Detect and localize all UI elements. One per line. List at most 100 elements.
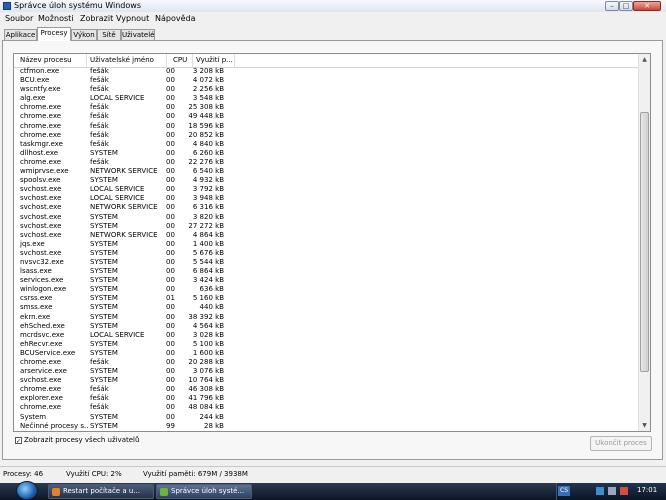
table-row[interactable]: svchost.exe SYSTEM 00 27 272 kB — [14, 222, 639, 231]
clock[interactable]: 17:01 — [637, 486, 657, 494]
process-name: svchost.exe — [20, 212, 62, 221]
process-name: ehRecvr.exe — [20, 339, 63, 348]
vertical-scrollbar[interactable]: ▲ ▼ — [638, 54, 650, 431]
table-row[interactable]: BCU.exe fešák 00 4 072 kB — [14, 76, 639, 85]
table-row[interactable]: Nečinné procesy s... SYSTEM 99 28 kB — [14, 422, 639, 431]
table-row[interactable]: chrome.exe fešák 00 22 276 kB — [14, 158, 639, 167]
menu-help[interactable]: Nápověda — [155, 14, 196, 23]
table-row[interactable]: ctfmon.exe fešák 00 3 208 kB — [14, 67, 639, 76]
table-row[interactable]: chrome.exe fešák 00 20 852 kB — [14, 131, 639, 140]
process-list[interactable]: Název procesu Uživatelské jméno CPU Využ… — [13, 53, 651, 432]
table-row[interactable]: taskmgr.exe fešák 00 4 840 kB — [14, 140, 639, 149]
tab-performance[interactable]: Výkon — [71, 29, 97, 40]
menu-options[interactable]: Možnosti — [38, 14, 74, 23]
process-user: SYSTEM — [90, 248, 118, 257]
security-icon[interactable] — [620, 487, 628, 495]
process-user: SYSTEM — [90, 257, 118, 266]
process-user: fešák — [90, 103, 109, 112]
table-row[interactable]: wscntfy.exe fešák 00 2 256 kB — [14, 85, 639, 94]
table-row[interactable]: chrome.exe fešák 00 20 288 kB — [14, 358, 639, 367]
maximize-button[interactable]: □ — [619, 1, 633, 11]
table-row[interactable]: System SYSTEM 00 244 kB — [14, 413, 639, 422]
minimize-button[interactable]: – — [605, 1, 619, 11]
table-row[interactable]: spoolsv.exe SYSTEM 00 4 932 kB — [14, 176, 639, 185]
column-header-memory[interactable]: Využití p... — [193, 54, 235, 67]
process-user: fešák — [90, 139, 109, 148]
table-row[interactable]: svchost.exe SYSTEM 00 5 676 kB — [14, 249, 639, 258]
column-header-name[interactable]: Název procesu — [17, 54, 87, 67]
close-button[interactable]: ✕ — [633, 1, 661, 11]
menu-shutdown[interactable]: Vypnout — [116, 14, 149, 23]
process-name: svchost.exe — [20, 376, 62, 385]
taskbar-button-label: Restart počítače a u... — [63, 487, 140, 495]
table-row[interactable]: explorer.exe fešák 00 41 796 kB — [14, 394, 639, 403]
process-cpu: 00 — [166, 130, 175, 139]
process-name: BCUService.exe — [20, 348, 76, 357]
scrollbar-thumb[interactable] — [640, 112, 649, 372]
process-cpu: 00 — [166, 112, 175, 121]
tab-applications[interactable]: Aplikace — [4, 29, 37, 40]
process-user: LOCAL SERVICE — [90, 330, 145, 339]
table-row[interactable]: mcrdsvc.exe LOCAL SERVICE 00 3 028 kB — [14, 331, 639, 340]
table-row[interactable]: csrss.exe SYSTEM 01 5 160 kB — [14, 294, 639, 303]
column-header-user[interactable]: Uživatelské jméno — [87, 54, 167, 67]
process-name: chrome.exe — [20, 358, 62, 366]
process-memory: 27 272 kB — [188, 221, 224, 230]
process-cpu: 00 — [166, 348, 175, 357]
table-row[interactable]: ehSched.exe SYSTEM 00 4 564 kB — [14, 322, 639, 331]
table-row[interactable]: dllhost.exe SYSTEM 00 6 260 kB — [14, 149, 639, 158]
table-row[interactable]: BCUService.exe SYSTEM 00 1 600 kB — [14, 349, 639, 358]
process-name: chrome.exe — [20, 121, 62, 130]
column-header-cpu[interactable]: CPU — [167, 54, 193, 67]
language-indicator[interactable]: CS — [558, 486, 570, 496]
table-row[interactable]: chrome.exe fešák 00 46 308 kB — [14, 385, 639, 394]
show-all-users-checkbox[interactable]: ✓ Zobrazit procesy všech uživatelů — [15, 436, 139, 445]
tab-networking[interactable]: Sítě — [97, 29, 121, 40]
start-button-icon[interactable] — [16, 481, 38, 500]
taskbar-button-restart[interactable]: Restart počítače a u... — [48, 484, 154, 499]
process-user: NETWORK SERVICE — [90, 167, 158, 176]
table-row[interactable]: chrome.exe fešák 00 25 308 kB — [14, 103, 639, 112]
table-row[interactable]: lsass.exe SYSTEM 00 6 864 kB — [14, 267, 639, 276]
table-row[interactable]: alg.exe LOCAL SERVICE 00 3 548 kB — [14, 94, 639, 103]
volume-icon[interactable] — [608, 487, 616, 495]
process-memory: 4 864 kB — [192, 230, 224, 239]
scroll-up-arrow-icon[interactable]: ▲ — [639, 54, 650, 65]
table-row[interactable]: svchost.exe LOCAL SERVICE 00 3 948 kB — [14, 194, 639, 203]
taskbar-button-task-manager[interactable]: Správce úloh systé... — [156, 484, 252, 499]
process-name: wscntfy.exe — [20, 85, 61, 94]
table-row[interactable]: arservice.exe SYSTEM 00 3 076 kB — [14, 367, 639, 376]
table-row[interactable]: svchost.exe SYSTEM 00 3 820 kB — [14, 213, 639, 222]
process-user: fešák — [90, 130, 109, 139]
process-cpu: 00 — [166, 339, 175, 348]
tab-users[interactable]: Uživatelé — [121, 29, 155, 40]
tab-processes[interactable]: Procesy — [37, 27, 71, 41]
process-user: NETWORK SERVICE — [90, 203, 158, 212]
process-name: mcrdsvc.exe — [20, 330, 65, 339]
process-cpu: 00 — [166, 248, 175, 257]
menu-view[interactable]: Zobrazit — [80, 14, 113, 23]
end-process-button[interactable]: Ukončit proces — [590, 436, 652, 451]
table-row[interactable]: ekrn.exe SYSTEM 00 38 392 kB — [14, 313, 639, 322]
table-row[interactable]: ehRecvr.exe SYSTEM 00 5 100 kB — [14, 340, 639, 349]
menu-file[interactable]: Soubor — [5, 14, 33, 23]
table-row[interactable]: smss.exe SYSTEM 00 440 kB — [14, 303, 639, 312]
table-row[interactable]: svchost.exe NETWORK SERVICE 00 4 864 kB — [14, 231, 639, 240]
table-row[interactable]: svchost.exe SYSTEM 00 10 764 kB — [14, 376, 639, 385]
network-icon[interactable] — [596, 487, 604, 495]
table-row[interactable]: wmiprvse.exe NETWORK SERVICE 00 6 540 kB — [14, 167, 639, 176]
table-row[interactable]: winlogon.exe SYSTEM 00 636 kB — [14, 285, 639, 294]
table-row[interactable]: jqs.exe SYSTEM 00 1 400 kB — [14, 240, 639, 249]
scroll-down-arrow-icon[interactable]: ▼ — [639, 420, 650, 431]
table-row[interactable]: chrome.exe fešák 00 18 596 kB — [14, 122, 639, 131]
table-row[interactable]: svchost.exe LOCAL SERVICE 00 3 792 kB — [14, 185, 639, 194]
table-row[interactable]: services.exe SYSTEM 00 3 424 kB — [14, 276, 639, 285]
process-user: SYSTEM — [90, 303, 118, 312]
table-row[interactable]: chrome.exe fešák 00 49 448 kB — [14, 112, 639, 121]
table-row[interactable]: nvsvc32.exe SYSTEM 00 5 544 kB — [14, 258, 639, 267]
checkbox-check-icon[interactable]: ✓ — [15, 436, 22, 445]
table-row[interactable]: chrome.exe fešák 00 48 084 kB — [14, 403, 639, 412]
process-cpu: 00 — [166, 103, 175, 112]
table-row[interactable]: svchost.exe NETWORK SERVICE 00 6 316 kB — [14, 203, 639, 212]
list-header: Název procesu Uživatelské jméno CPU Využ… — [14, 54, 639, 68]
